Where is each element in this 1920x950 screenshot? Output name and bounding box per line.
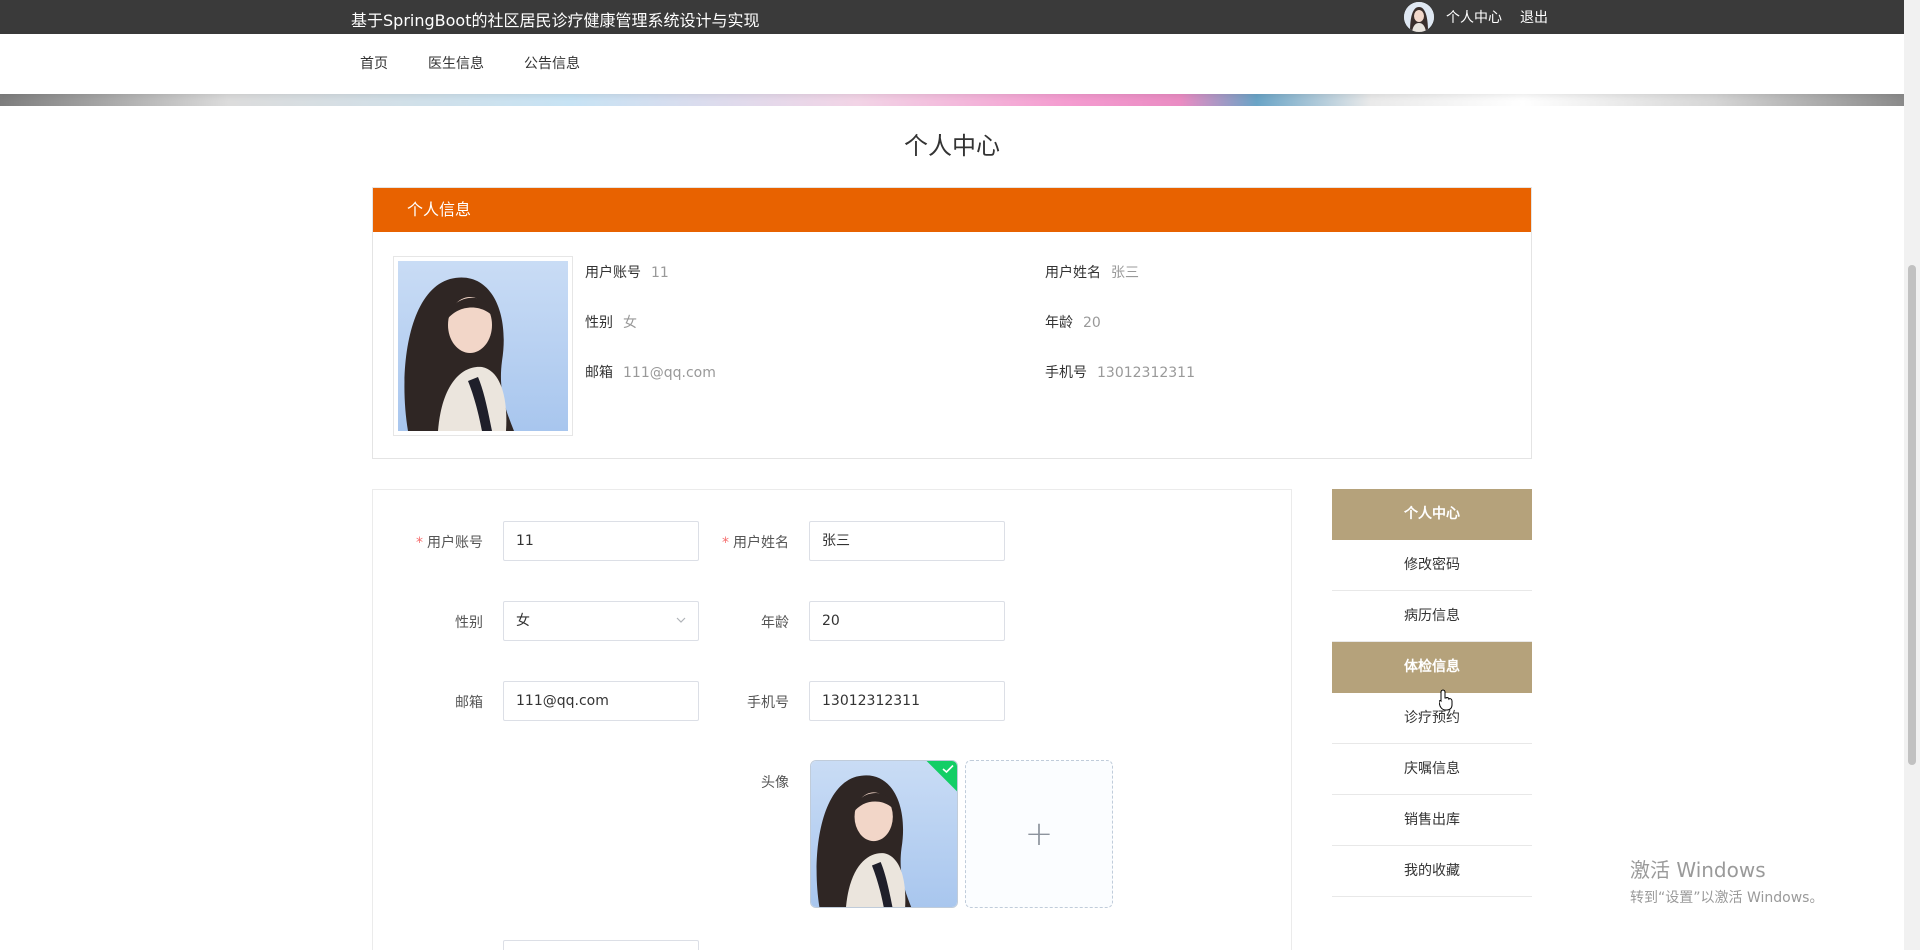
- email-label: 邮箱: [455, 695, 483, 711]
- gender-select[interactable]: 女: [503, 601, 699, 641]
- next-field-input[interactable]: [503, 940, 699, 950]
- side-item-medical-records[interactable]: 病历信息: [1332, 591, 1532, 642]
- side-item-change-password[interactable]: 修改密码: [1332, 540, 1532, 591]
- upload-success-check-icon: [942, 764, 954, 774]
- name-label: * 用户姓名: [722, 535, 789, 551]
- info-gender: 性别女: [585, 315, 637, 331]
- info-name: 用户姓名 张三: [1045, 265, 1139, 281]
- phone-input[interactable]: 13012312311: [809, 681, 1005, 721]
- panel-header: 个人信息: [373, 188, 1531, 232]
- profile-edit-form: * 用户账号 11 * 用户姓名 张三 性别 女 年龄 20 邮箱 111@qq.c…: [372, 489, 1292, 950]
- side-item-orders[interactable]: 庆嘱信息: [1332, 744, 1532, 795]
- vertical-scrollbar[interactable]: [1904, 0, 1920, 950]
- user-side-menu: 个人中心 修改密码 病历信息 体检信息 诊疗预约 庆嘱信息 销售出库 我的收藏: [1332, 489, 1532, 897]
- plus-icon: +: [1024, 814, 1054, 854]
- top-bar: 基于SpringBoot的社区居民诊疗健康管理系统设计与实现 个人中心 退出: [0, 0, 1904, 34]
- pointer-cursor-icon: [1439, 689, 1453, 711]
- windows-activation-watermark: 激活 Windows 转到“设置”以激活 Windows。: [1630, 858, 1824, 906]
- user-avatar[interactable]: [1404, 2, 1434, 32]
- upload-avatar-button[interactable]: +: [965, 760, 1113, 908]
- user-center-link[interactable]: 个人中心: [1446, 7, 1502, 27]
- email-input[interactable]: 111@qq.com: [503, 681, 699, 721]
- gender-select-value: 女: [516, 613, 530, 629]
- phone-label: 手机号: [747, 695, 789, 711]
- account-input[interactable]: 11: [503, 521, 699, 561]
- side-item-appointments[interactable]: 诊疗预约: [1332, 693, 1532, 744]
- scrollbar-thumb[interactable]: [1908, 265, 1916, 765]
- side-item-checkup-info[interactable]: 体检信息: [1332, 642, 1532, 693]
- nav-item-announcements[interactable]: 公告信息: [524, 53, 580, 73]
- user-area: 个人中心 退出: [1404, 1, 1566, 33]
- side-item-user-center[interactable]: 个人中心: [1332, 489, 1532, 540]
- profile-avatar: [393, 256, 573, 436]
- nav-item-home[interactable]: 首页: [360, 53, 388, 73]
- avatar-label: 头像: [761, 775, 789, 791]
- site-title: 基于SpringBoot的社区居民诊疗健康管理系统设计与实现: [351, 11, 760, 30]
- age-input[interactable]: 20: [809, 601, 1005, 641]
- logout-link[interactable]: 退出: [1520, 7, 1548, 27]
- side-item-favorites[interactable]: 我的收藏: [1332, 846, 1532, 897]
- name-input[interactable]: 张三: [809, 521, 1005, 561]
- page-title: 个人中心: [904, 132, 1000, 160]
- banner-image: [0, 94, 1904, 106]
- age-label: 年龄: [761, 615, 789, 631]
- nav-item-doctors[interactable]: 医生信息: [428, 53, 484, 73]
- personal-info-panel: 个人信息 用户账号 11 用户姓名 张三 性别女 年龄 20 邮箱 111@qq.com…: [372, 187, 1532, 459]
- info-email: 邮箱 111@qq.com: [585, 365, 716, 381]
- gender-label: 性别: [455, 615, 483, 631]
- info-account: 用户账号 11: [585, 265, 669, 281]
- main-nav: 首页 医生信息 公告信息: [0, 34, 1904, 94]
- side-item-sales[interactable]: 销售出库: [1332, 795, 1532, 846]
- uploaded-avatar[interactable]: [810, 760, 958, 908]
- account-label: * 用户账号: [416, 535, 483, 551]
- info-phone: 手机号 13012312311: [1045, 365, 1195, 381]
- info-age: 年龄 20: [1045, 315, 1101, 331]
